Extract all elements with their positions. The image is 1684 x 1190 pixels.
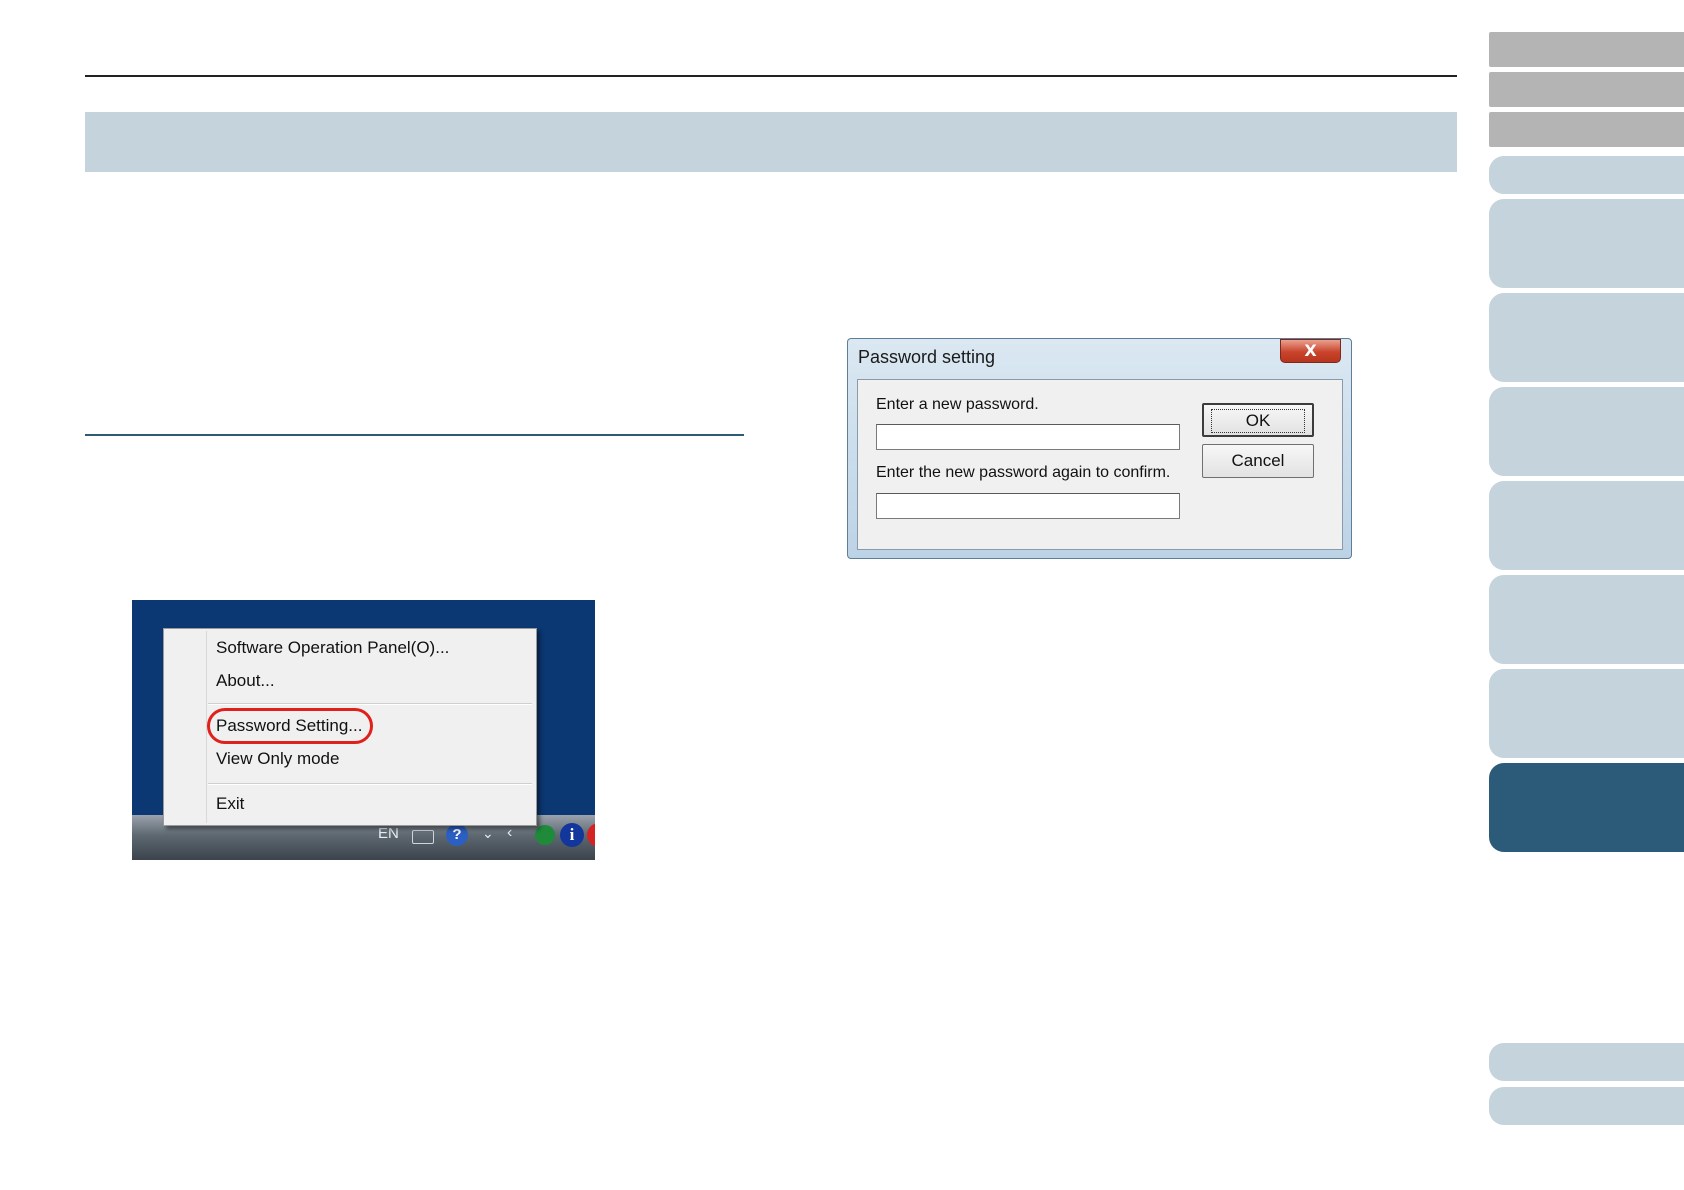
scanner-tray-icon[interactable] xyxy=(535,825,555,845)
back-arrow-icon[interactable]: ‹ xyxy=(507,824,512,842)
dialog-title: Password setting xyxy=(858,347,996,367)
help-icon[interactable]: ? xyxy=(446,824,468,846)
ok-button-label: OK xyxy=(1210,409,1306,433)
show-hidden-icons-arrow[interactable]: ⌄ xyxy=(482,825,494,842)
nav-tab-6[interactable] xyxy=(1489,293,1684,382)
language-indicator[interactable]: EN xyxy=(378,825,399,842)
nav-tab-1[interactable] xyxy=(1489,32,1684,67)
password-setting-dialog: Password setting X Enter a new password.… xyxy=(847,338,1352,559)
nav-tab-active[interactable] xyxy=(1489,763,1684,852)
nav-tab-9[interactable] xyxy=(1489,575,1684,664)
nav-tab-4[interactable] xyxy=(1489,156,1684,194)
nav-tab-8[interactable] xyxy=(1489,481,1684,570)
menu-item-about[interactable]: About... xyxy=(216,668,275,694)
nav-tab-bottom-2[interactable] xyxy=(1489,1087,1684,1125)
subsection-rule xyxy=(85,434,744,436)
menu-separator xyxy=(208,703,532,705)
menu-separator xyxy=(208,783,532,785)
nav-tab-10[interactable] xyxy=(1489,669,1684,758)
ok-button[interactable]: OK xyxy=(1202,403,1314,437)
close-button[interactable]: X xyxy=(1280,339,1341,363)
nav-tab-2[interactable] xyxy=(1489,72,1684,107)
nav-tab-7[interactable] xyxy=(1489,387,1684,476)
info-icon[interactable]: i xyxy=(560,823,584,847)
confirm-password-field[interactable] xyxy=(876,493,1180,519)
cancel-button[interactable]: Cancel xyxy=(1202,444,1314,478)
menu-item-software-operation-panel[interactable]: Software Operation Panel(O)... xyxy=(216,635,449,661)
top-rule xyxy=(85,75,1457,77)
tray-context-menu: Software Operation Panel(O)... About... … xyxy=(163,628,537,826)
new-password-label: Enter a new password. xyxy=(876,396,1039,413)
keyboard-icon[interactable] xyxy=(412,830,434,844)
nav-tab-bottom-1[interactable] xyxy=(1489,1043,1684,1081)
dialog-body: Enter a new password. Enter the new pass… xyxy=(857,379,1343,550)
context-menu-screenshot: EN ? ⌄ ‹ i Software Operation Panel(O)..… xyxy=(132,600,595,860)
new-password-field[interactable] xyxy=(876,424,1180,450)
close-icon: X xyxy=(1304,341,1317,360)
nav-tab-5[interactable] xyxy=(1489,199,1684,288)
red-status-icon[interactable] xyxy=(587,823,595,847)
menu-item-view-only-mode[interactable]: View Only mode xyxy=(216,746,339,772)
section-header-band xyxy=(85,112,1457,172)
confirm-password-label: Enter the new password again to confirm. xyxy=(876,464,1171,481)
highlight-ring xyxy=(207,708,373,744)
nav-tab-3[interactable] xyxy=(1489,112,1684,147)
menu-item-exit[interactable]: Exit xyxy=(216,791,244,817)
